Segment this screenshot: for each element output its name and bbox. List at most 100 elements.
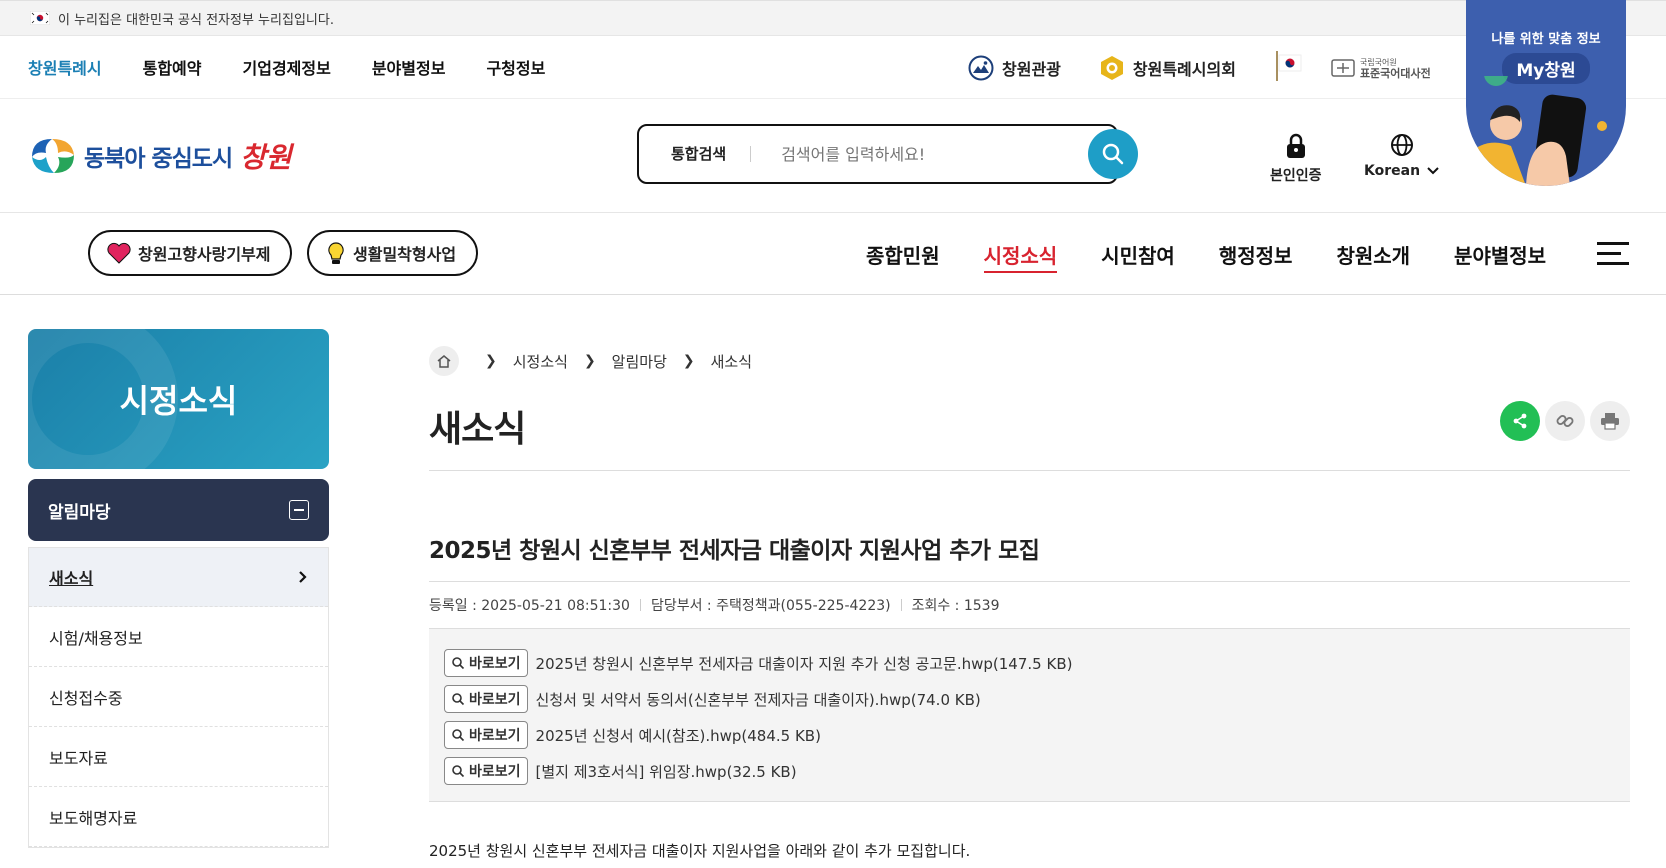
life-project-button[interactable]: 생활밀착형사업: [307, 230, 479, 276]
article-title: 2025년 창원시 신혼부부 전세자금 대출이자 지원사업 추가 모집: [429, 538, 1040, 564]
preview-button[interactable]: 바로보기: [444, 649, 528, 677]
view-count: 조회수 : 1539: [911, 598, 1000, 614]
gov-banner-text: 이 누리집은 대한민국 공식 전자정부 누리집입니다.: [58, 12, 334, 28]
collapse-icon[interactable]: [289, 500, 309, 520]
chevron-down-icon: [1427, 167, 1439, 175]
sidebar-item-news[interactable]: 새소식: [29, 547, 328, 607]
sidebar-hero: 시정소식: [28, 329, 329, 469]
mountain-icon: [968, 55, 994, 80]
sidebar-item-label: 새소식: [49, 569, 94, 588]
menu-participation[interactable]: 시민참여: [1101, 240, 1175, 269]
menu-fields[interactable]: 분야별정보: [1454, 240, 1546, 269]
main-content: ❯ 시정소식 ❯ 알림마당 ❯ 새소식 새소식 2025년 창원시 신혼부부 전…: [429, 346, 1630, 861]
tourism-label: 창원관광: [1002, 59, 1061, 79]
attachment-link[interactable]: 2025년 창원시 신혼부부 전세자금 대출이자 지원 추가 신청 공고문.hw…: [536, 653, 1073, 674]
heart-icon: [107, 242, 131, 264]
copy-link-button[interactable]: [1545, 401, 1585, 441]
registered-date: 등록일 : 2025-05-21 08:51:30: [429, 598, 630, 614]
auth-button[interactable]: 본인인증: [1270, 133, 1322, 185]
phone-person-illustration: [1466, 76, 1607, 186]
sidebar-item-label: 신청접수중: [49, 688, 123, 708]
search-input[interactable]: [751, 144, 1052, 164]
share-button[interactable]: [1500, 401, 1540, 441]
lock-icon: [1286, 133, 1305, 158]
korea-flag-icon: [30, 11, 50, 25]
menu-about[interactable]: 창원소개: [1336, 240, 1410, 269]
department: 담당부서 : 주택정책과(055-225-4223): [650, 598, 891, 614]
hometown-donation-button[interactable]: 창원고향사랑기부제: [88, 230, 293, 276]
magnifier-icon: [452, 729, 465, 742]
tourism-link[interactable]: 창원관광: [968, 55, 1061, 81]
dictionary-sub: 국립국어원: [1359, 57, 1397, 67]
topnav-link-district[interactable]: 구청정보: [486, 55, 545, 79]
attachment-link[interactable]: 2025년 신청서 예시(참조).hwp(484.5 KB): [536, 725, 821, 746]
dictionary-link[interactable]: 국립국어원 표준국어대사전: [1330, 57, 1431, 79]
taegeuk-emblem-icon: [1276, 50, 1302, 81]
hometown-donation-label: 창원고향사랑기부제: [138, 245, 271, 264]
breadcrumb-item[interactable]: 알림마당: [612, 351, 667, 372]
sidebar-item-label: 보도자료: [49, 748, 108, 768]
magnifier-icon: [452, 693, 465, 706]
lightbulb-icon: [328, 242, 344, 264]
main-nav: 창원고향사랑기부제 생활밀착형사업 종합민원 시정소식 시민참여 행정정보 창원…: [0, 213, 1666, 295]
language-select[interactable]: Korean: [1364, 133, 1440, 179]
council-emblem-icon: [1100, 55, 1123, 80]
hamburger-menu-icon[interactable]: [1597, 242, 1629, 272]
sidebar-item-label: 시험/채용정보: [49, 628, 143, 648]
preview-button[interactable]: 바로보기: [444, 685, 528, 713]
menu-civil[interactable]: 종합민원: [866, 240, 940, 269]
sidebar-item-recruit[interactable]: 시험/채용정보: [29, 607, 328, 667]
topnav-link-reservation[interactable]: 통합예약: [143, 55, 202, 79]
sidebar-item-press[interactable]: 보도자료: [29, 727, 328, 787]
breadcrumb-separator-icon: ❯: [485, 353, 497, 369]
breadcrumb-item[interactable]: 새소식: [711, 351, 752, 372]
my-badge-line1: 나를 위한 맞춤 정보: [1491, 32, 1601, 47]
sidebar-item-press-explain[interactable]: 보도해명자료: [29, 787, 328, 847]
search-label: 통합검색: [639, 146, 752, 162]
breadcrumb: ❯ 시정소식 ❯ 알림마당 ❯ 새소식: [429, 346, 1630, 376]
print-icon: [1601, 413, 1619, 430]
divider: [429, 470, 1630, 471]
topnav-link-fields[interactable]: 분야별정보: [372, 55, 446, 79]
unified-search: 통합검색: [637, 124, 1138, 184]
search-button[interactable]: [1088, 129, 1138, 179]
home-icon[interactable]: [429, 346, 459, 376]
attachment-link[interactable]: 신청서 및 서약서 동의서(신혼부부 전제자금 대출이자).hwp(74.0 K…: [536, 689, 981, 710]
search-icon: [1102, 143, 1124, 165]
council-link[interactable]: 창원특례시의회: [1099, 55, 1236, 81]
sidebar-item-applications[interactable]: 신청접수중: [29, 667, 328, 727]
preview-button[interactable]: 바로보기: [444, 721, 528, 749]
life-project-label: 생활밀착형사업: [353, 245, 457, 264]
globe-icon: [1391, 134, 1414, 156]
menu-admin[interactable]: 행정정보: [1219, 240, 1293, 269]
gnb-menu: 종합민원 시정소식 시민참여 행정정보 창원소개 분야별정보: [866, 213, 1590, 295]
national-emblem-link[interactable]: [1274, 49, 1304, 87]
site-header: 동북아 중심도시 창원 통합검색 본인인증 Korean: [0, 99, 1666, 213]
breadcrumb-item[interactable]: 시정소식: [513, 351, 568, 372]
breadcrumb-separator-icon: ❯: [583, 353, 596, 369]
topnav-link-economy[interactable]: 기업경제정보: [243, 55, 331, 79]
article-body: 2025년 창원시 신혼부부 전세자금 대출이자 지원사업을 아래와 같이 추가…: [429, 842, 971, 860]
share-icon: [1513, 413, 1527, 429]
sidebar: 시정소식 알림마당 새소식 시험/채용정보 신청접수중 보도자료 보도해명자료: [28, 329, 329, 848]
attachment-row: 바로보기 2025년 신청서 예시(참조).hwp(484.5 KB): [444, 717, 1615, 753]
chevron-right-icon: [299, 571, 307, 583]
breadcrumb-separator-icon: ❯: [682, 353, 695, 369]
magnifier-icon: [452, 657, 465, 670]
attachment-link[interactable]: [별지 제3호서식] 위임장.hwp(32.5 KB): [536, 761, 797, 782]
auth-label: 본인인증: [1270, 168, 1322, 184]
attachment-list: 바로보기 2025년 창원시 신혼부부 전세자금 대출이자 지원 추가 신청 공…: [429, 628, 1630, 802]
attachment-row: 바로보기 2025년 창원시 신혼부부 전세자금 대출이자 지원 추가 신청 공…: [444, 645, 1615, 681]
print-button[interactable]: [1590, 401, 1630, 441]
top-nav: 창원특례시 통합예약 기업경제정보 분야별정보 구청정보 창원관광 창원특례시의…: [0, 36, 1666, 99]
preview-button[interactable]: 바로보기: [444, 757, 528, 785]
sidebar-category[interactable]: 알림마당: [28, 479, 329, 541]
site-logo[interactable]: 동북아 중심도시 창원: [28, 135, 292, 177]
logo-script: 창원: [240, 141, 292, 174]
gov-banner: 이 누리집은 대한민국 공식 전자정부 누리집입니다.: [0, 0, 1666, 36]
my-changwon-badge[interactable]: 나를 위한 맞춤 정보 My창원: [1466, 0, 1626, 186]
menu-news[interactable]: 시정소식: [983, 240, 1057, 273]
attachment-row: 바로보기 신청서 및 서약서 동의서(신혼부부 전제자금 대출이자).hwp(7…: [444, 681, 1615, 717]
topnav-link-changwon[interactable]: 창원특례시: [28, 55, 102, 79]
dictionary-icon: [1331, 58, 1355, 77]
